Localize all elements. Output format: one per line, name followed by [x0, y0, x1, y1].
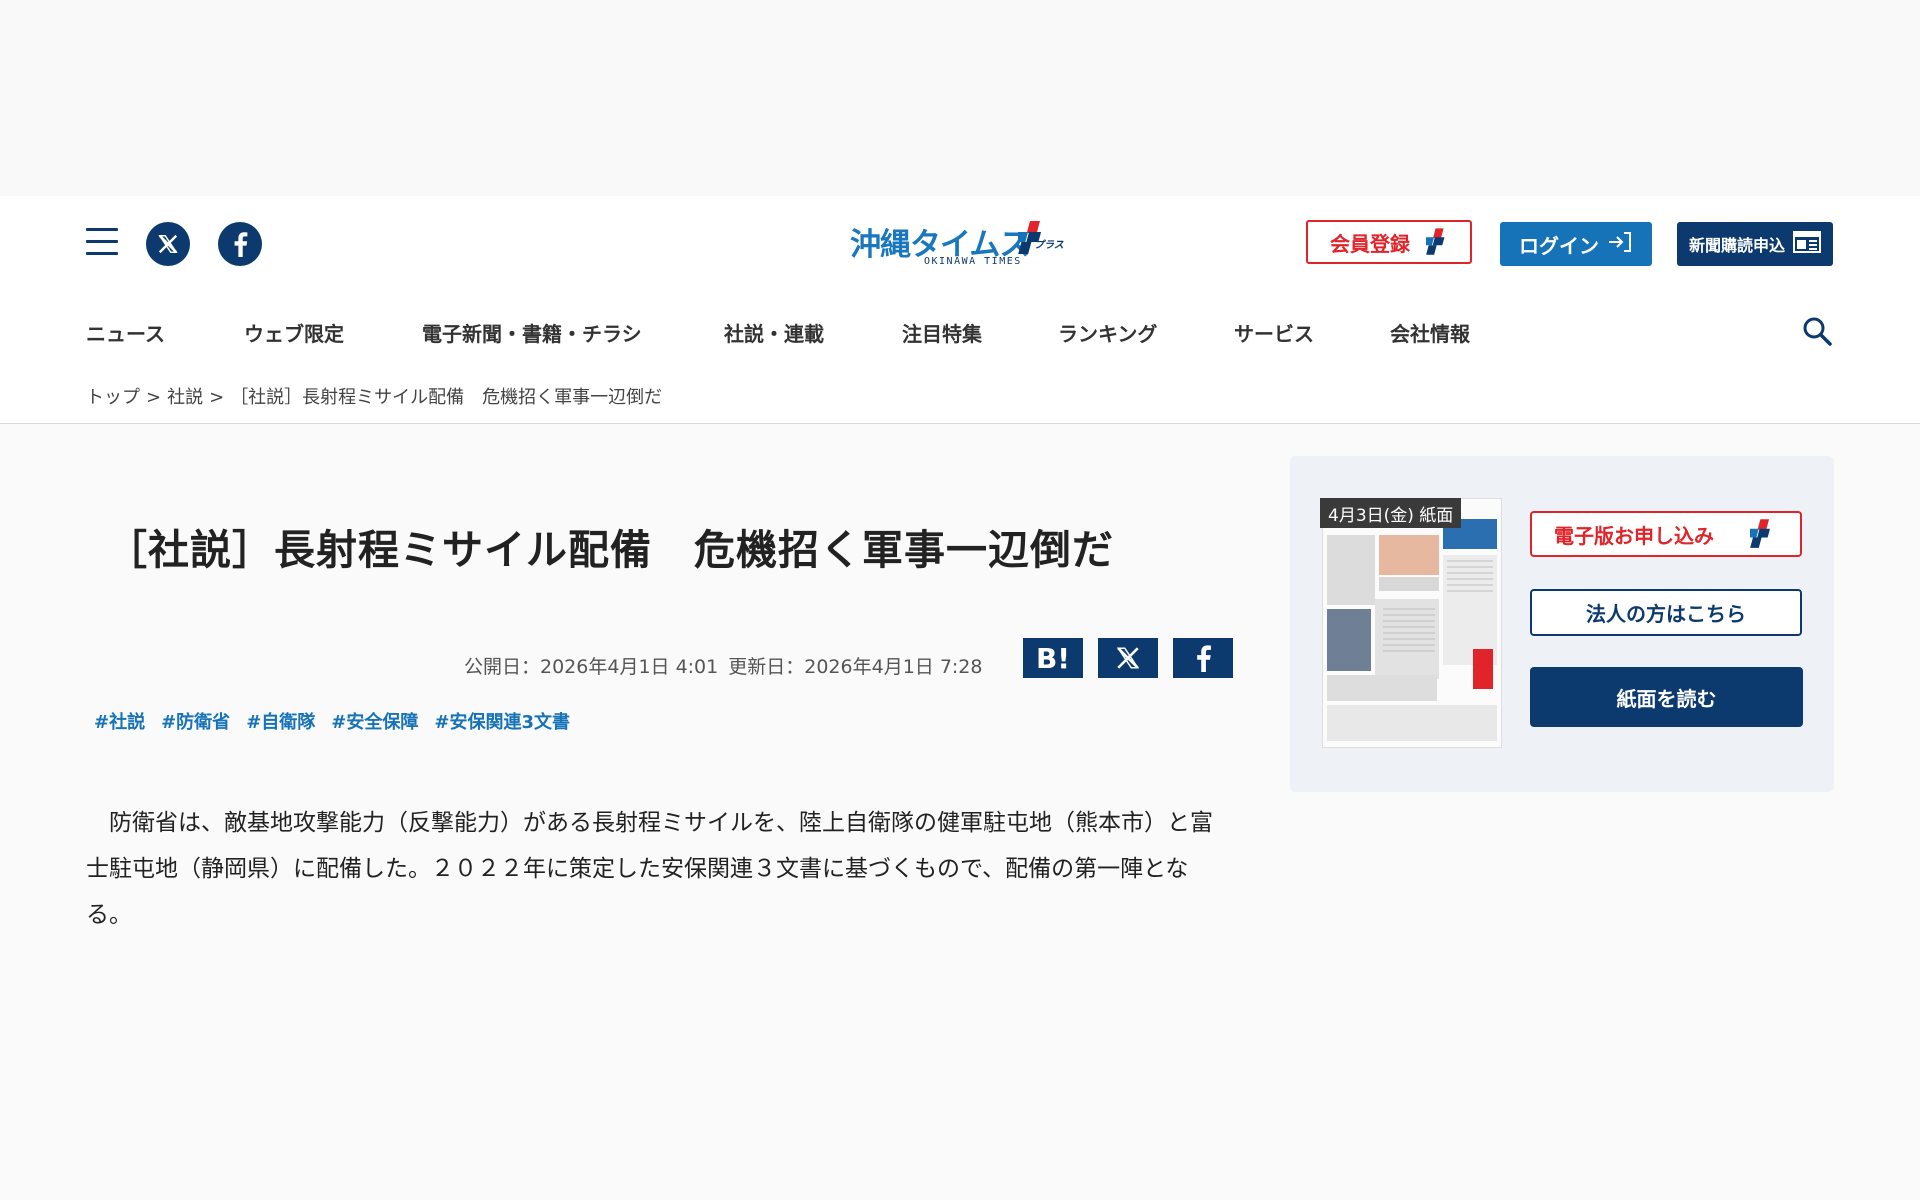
article-body: 防衛省は、敵基地攻撃能力（反撃能力）がある長射程ミサイルを、陸上自衛隊の健軍駐屯…: [86, 810, 1213, 928]
menu-icon[interactable]: [86, 228, 118, 258]
breadcrumb: トップ > 社説 > ［社説］長射程ミサイル配備 危機招く軍事一辺倒だ: [86, 383, 662, 409]
paper-date-label: 4月3日(金) 紙面: [1320, 498, 1462, 528]
tag-mod[interactable]: #防衛省: [161, 708, 230, 734]
subscribe-label: 新聞購読申込: [1688, 236, 1785, 255]
share-x-icon[interactable]: [1098, 638, 1158, 678]
tag-security-documents[interactable]: #安保関連3文書: [434, 708, 570, 734]
breadcrumb-top[interactable]: トップ: [86, 387, 140, 408]
read-paper-button[interactable]: 紙面を読む: [1530, 667, 1803, 727]
tag-sdf[interactable]: #自衛隊: [246, 708, 315, 734]
site-logo[interactable]: 沖縄タイムス OKINAWA TIMES プラス: [850, 219, 1070, 271]
newspaper-thumbnail[interactable]: [1322, 498, 1502, 748]
nav-item-web-only[interactable]: ウェブ限定: [244, 318, 422, 352]
published-date: 公開日：2026年4月1日 4:01: [464, 656, 719, 678]
plus-mark-icon: [1422, 228, 1450, 256]
register-label: 会員登録: [1330, 231, 1410, 256]
breadcrumb-editorial[interactable]: 社説: [167, 387, 203, 408]
nav-item-news[interactable]: ニュース: [86, 318, 244, 352]
tag-editorial[interactable]: #社説: [94, 708, 145, 734]
breadcrumb-current: ［社説］長射程ミサイル配備 危機招く軍事一辺倒だ: [230, 387, 663, 408]
nav-item-ranking[interactable]: ランキング: [1058, 318, 1234, 352]
digital-apply-button[interactable]: 電子版お申し込み: [1530, 511, 1802, 557]
nav-item-services[interactable]: サービス: [1234, 318, 1390, 352]
newspaper-icon: [1793, 230, 1821, 258]
logo-subtitle: OKINAWA TIMES: [924, 256, 1022, 267]
share-facebook-icon[interactable]: [1173, 638, 1233, 678]
breadcrumb-separator: >: [146, 387, 162, 408]
tag-list: #社説 #防衛省 #自衛隊 #安全保障 #安保関連3文書: [94, 708, 570, 734]
subscribe-button[interactable]: 新聞購読申込: [1677, 222, 1833, 266]
plus-mark-icon: [1745, 519, 1776, 549]
nav-item-digital-paper[interactable]: 電子新聞・書籍・チラシ: [422, 318, 724, 352]
nav-item-features[interactable]: 注目特集: [902, 318, 1058, 352]
x-icon[interactable]: [146, 222, 190, 266]
updated-date: 更新日：2026年4月1日 7:28: [728, 656, 983, 678]
article-title: ［社説］長射程ミサイル配備 危機招く軍事一辺倒だ: [106, 526, 1114, 574]
ad-area: [0, 0, 1920, 196]
register-button[interactable]: 会員登録: [1306, 220, 1472, 264]
nav-item-editorial-series[interactable]: 社説・連載: [724, 318, 902, 352]
search-icon[interactable]: [1802, 316, 1832, 346]
hatena-bookmark-button[interactable]: B!: [1023, 638, 1083, 678]
corporate-button[interactable]: 法人の方はこちら: [1530, 589, 1802, 636]
plus-label: プラス: [1034, 240, 1064, 251]
login-button[interactable]: ログイン: [1500, 222, 1652, 266]
tag-security[interactable]: #安全保障: [331, 708, 418, 734]
digital-apply-label: 電子版お申し込み: [1554, 523, 1714, 548]
main-nav: ニュース ウェブ限定 電子新聞・書籍・チラシ 社説・連載 注目特集 ランキング …: [86, 318, 1520, 352]
login-icon: [1607, 231, 1633, 258]
nav-item-company[interactable]: 会社情報: [1390, 318, 1520, 352]
login-label: ログイン: [1519, 233, 1599, 258]
article-dates: 公開日：2026年4月1日 4:01 更新日：2026年4月1日 7:28: [464, 652, 993, 679]
facebook-icon[interactable]: [218, 222, 262, 266]
breadcrumb-separator: >: [209, 387, 225, 408]
